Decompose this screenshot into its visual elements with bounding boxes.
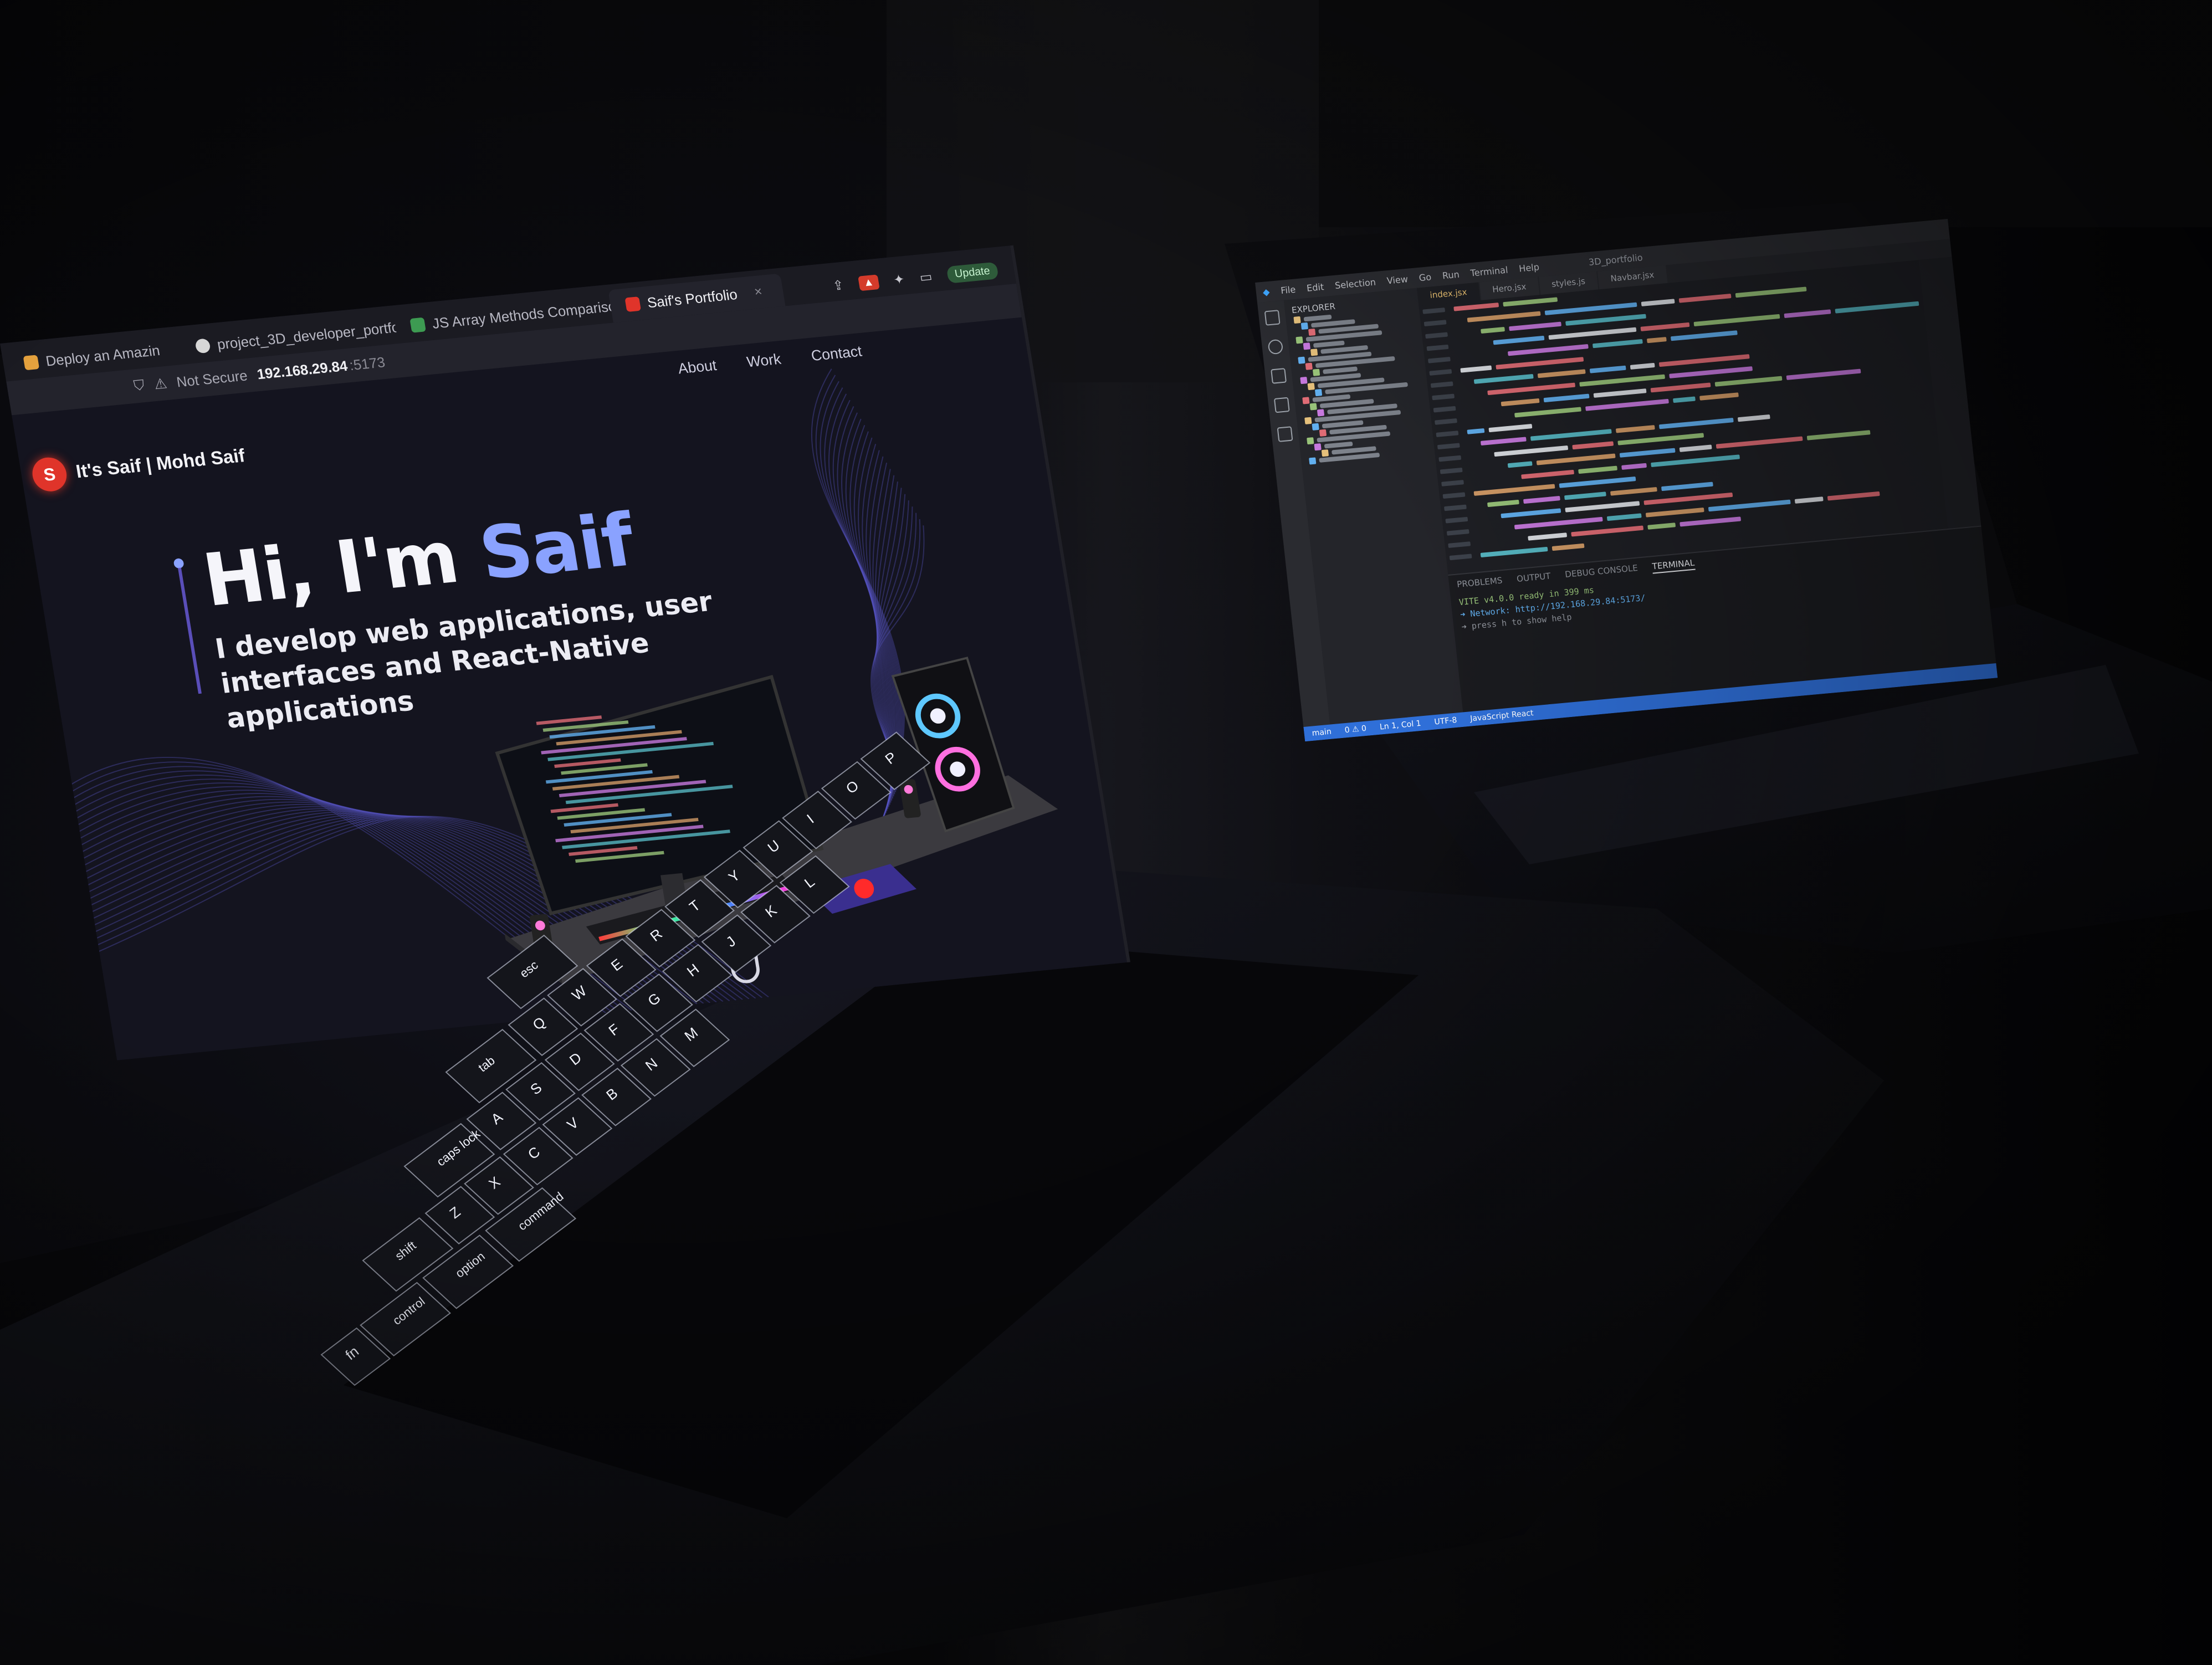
left-keyboard: fncontroloptioncommandshiftZXCVBNMcaps l… [320,731,931,1386]
